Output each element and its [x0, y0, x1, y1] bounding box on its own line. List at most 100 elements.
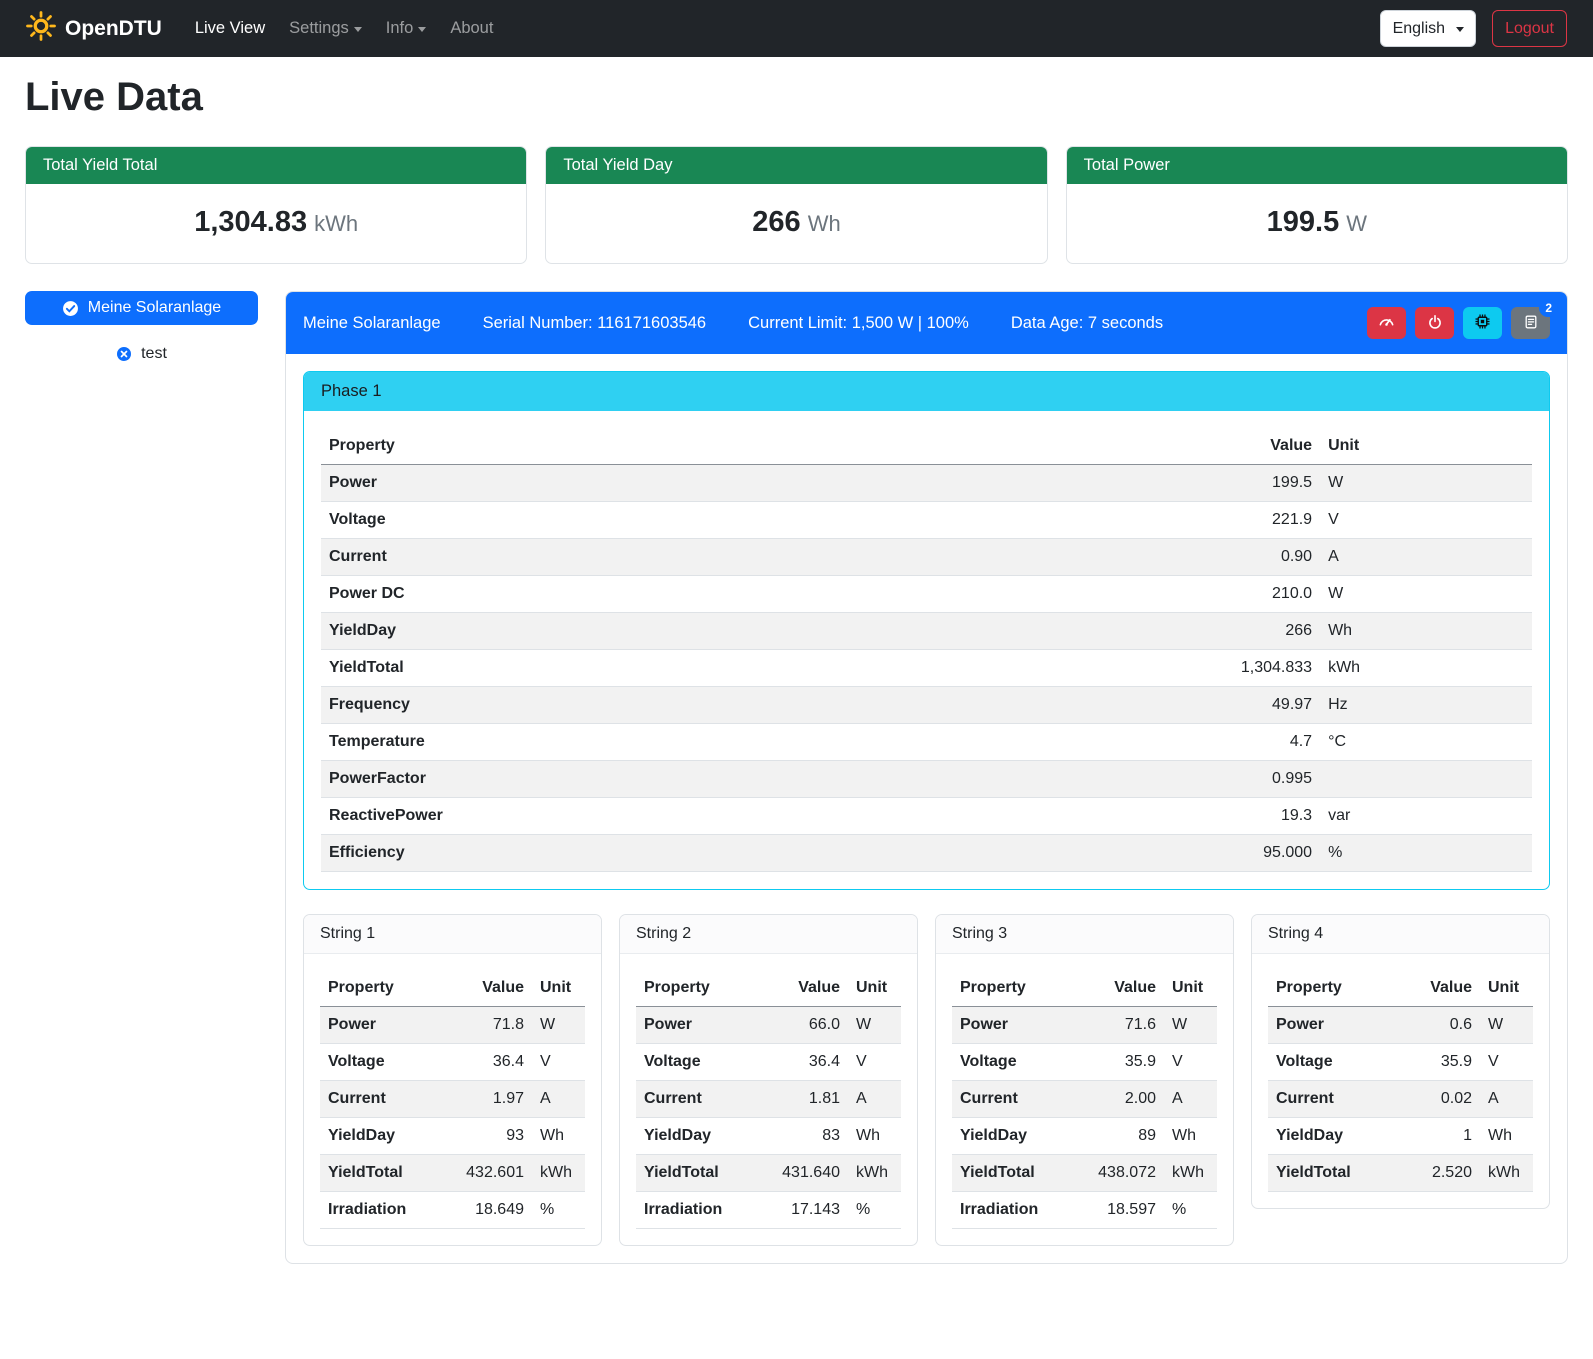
unit-cell: A	[1320, 539, 1532, 576]
property-cell: Voltage	[1268, 1044, 1390, 1081]
value-cell: 2.00	[1074, 1081, 1164, 1118]
string-table-row: Irradiation18.649%	[320, 1192, 585, 1229]
string-card-title: String 2	[620, 915, 917, 954]
property-cell: Irradiation	[636, 1192, 758, 1229]
property-cell: Frequency	[321, 687, 1151, 724]
sidebar-inverter-test[interactable]: test	[104, 337, 179, 371]
col-unit: Unit	[1480, 970, 1533, 1007]
string-table-body: Power0.6WVoltage35.9VCurrent0.02AYieldDa…	[1268, 1007, 1533, 1192]
summary-card: Total Yield Day 266Wh	[545, 146, 1047, 264]
col-value: Value	[758, 970, 848, 1007]
value-cell: 0.995	[1151, 761, 1321, 798]
unit-cell: W	[848, 1007, 901, 1044]
property-cell: Current	[952, 1081, 1074, 1118]
value-cell: 95.000	[1151, 835, 1321, 872]
property-cell: Power	[952, 1007, 1074, 1044]
logout-button[interactable]: Logout	[1492, 10, 1567, 47]
brand[interactable]: OpenDTU	[26, 11, 162, 47]
value-cell: 71.6	[1074, 1007, 1164, 1044]
unit-cell: V	[848, 1044, 901, 1081]
value-cell: 0.90	[1151, 539, 1321, 576]
col-value: Value	[1390, 970, 1480, 1007]
x-circle-icon	[116, 346, 132, 362]
cpu-icon	[1474, 313, 1491, 333]
unit-cell: Wh	[1320, 613, 1532, 650]
property-cell: YieldTotal	[1268, 1155, 1390, 1192]
summary-card: Total Power 199.5W	[1066, 146, 1568, 264]
inverter-panel-header: Meine Solaranlage Serial Number: 1161716…	[286, 292, 1567, 354]
property-cell: YieldDay	[320, 1118, 442, 1155]
value-cell: 1.97	[442, 1081, 532, 1118]
property-cell: Voltage	[952, 1044, 1074, 1081]
summary-card-title: Total Yield Day	[546, 147, 1046, 184]
device-info-button[interactable]	[1463, 307, 1502, 339]
phase-card-title: Phase 1	[304, 372, 1549, 411]
nav-item-about[interactable]: About	[439, 11, 504, 46]
inverter-toolbar: 2	[1367, 307, 1550, 339]
sidebar-inverter-meine-solaranlage[interactable]: Meine Solaranlage	[25, 291, 258, 325]
unit-cell: W	[532, 1007, 585, 1044]
check-circle-icon	[62, 300, 79, 317]
event-log-button[interactable]: 2	[1511, 307, 1550, 339]
string-table-row: Power0.6W	[1268, 1007, 1533, 1044]
string-table-row: Voltage35.9V	[952, 1044, 1217, 1081]
language-select[interactable]: English	[1380, 10, 1476, 47]
navbar-right: English Logout	[1380, 10, 1567, 47]
summary-value: 199.5	[1267, 206, 1340, 238]
chevron-down-icon	[1456, 27, 1464, 32]
string-table-row: Voltage36.4V	[636, 1044, 901, 1081]
value-cell: 2.520	[1390, 1155, 1480, 1192]
string-table-row: YieldTotal2.520kWh	[1268, 1155, 1533, 1192]
property-cell: ReactivePower	[321, 798, 1151, 835]
property-cell: Power	[636, 1007, 758, 1044]
property-cell: Current	[320, 1081, 442, 1118]
opendtu-sun-logo-icon	[26, 11, 56, 47]
string-card-title: String 1	[304, 915, 601, 954]
value-cell: 19.3	[1151, 798, 1321, 835]
summary-unit: W	[1346, 211, 1367, 236]
property-cell: Voltage	[636, 1044, 758, 1081]
value-cell: 1,304.833	[1151, 650, 1321, 687]
unit-cell	[1320, 761, 1532, 798]
value-cell: 36.4	[758, 1044, 848, 1081]
summary-card: Total Yield Total 1,304.83kWh	[25, 146, 527, 264]
property-cell: YieldTotal	[952, 1155, 1074, 1192]
value-cell: 89	[1074, 1118, 1164, 1155]
string-table-row: Power71.8W	[320, 1007, 585, 1044]
string-table-row: Irradiation17.143%	[636, 1192, 901, 1229]
event-count-badge: 2	[1539, 299, 1558, 317]
phase-table-header-row: Property Value Unit	[321, 428, 1532, 465]
nav-item-settings[interactable]: Settings	[278, 11, 373, 46]
power-button[interactable]	[1415, 307, 1454, 339]
string-card-title: String 3	[936, 915, 1233, 954]
value-cell: 0.6	[1390, 1007, 1480, 1044]
property-cell: Temperature	[321, 724, 1151, 761]
unit-cell: V	[1320, 502, 1532, 539]
string-table-row: Power66.0W	[636, 1007, 901, 1044]
property-cell: PowerFactor	[321, 761, 1151, 798]
property-cell: Voltage	[321, 502, 1151, 539]
property-cell: Power	[320, 1007, 442, 1044]
value-cell: 93	[442, 1118, 532, 1155]
string-table-header-row: Property Value Unit	[320, 970, 585, 1007]
chevron-down-icon	[354, 27, 362, 32]
unit-cell: A	[532, 1081, 585, 1118]
col-value: Value	[1074, 970, 1164, 1007]
page-title: Live Data	[25, 75, 1568, 120]
property-cell: Irradiation	[952, 1192, 1074, 1229]
property-cell: YieldTotal	[321, 650, 1151, 687]
string-table-header-row: Property Value Unit	[952, 970, 1217, 1007]
property-cell: Power DC	[321, 576, 1151, 613]
value-cell: 266	[1151, 613, 1321, 650]
unit-cell: var	[1320, 798, 1532, 835]
brand-label: OpenDTU	[65, 17, 162, 41]
value-cell: 36.4	[442, 1044, 532, 1081]
value-cell: 4.7	[1151, 724, 1321, 761]
value-cell: 1	[1390, 1118, 1480, 1155]
limit-settings-button[interactable]	[1367, 307, 1406, 339]
nav-item-info[interactable]: Info	[375, 11, 438, 46]
nav-item-live-view[interactable]: Live View	[184, 11, 276, 46]
unit-cell: A	[848, 1081, 901, 1118]
unit-cell: V	[1480, 1044, 1533, 1081]
value-cell: 18.649	[442, 1192, 532, 1229]
